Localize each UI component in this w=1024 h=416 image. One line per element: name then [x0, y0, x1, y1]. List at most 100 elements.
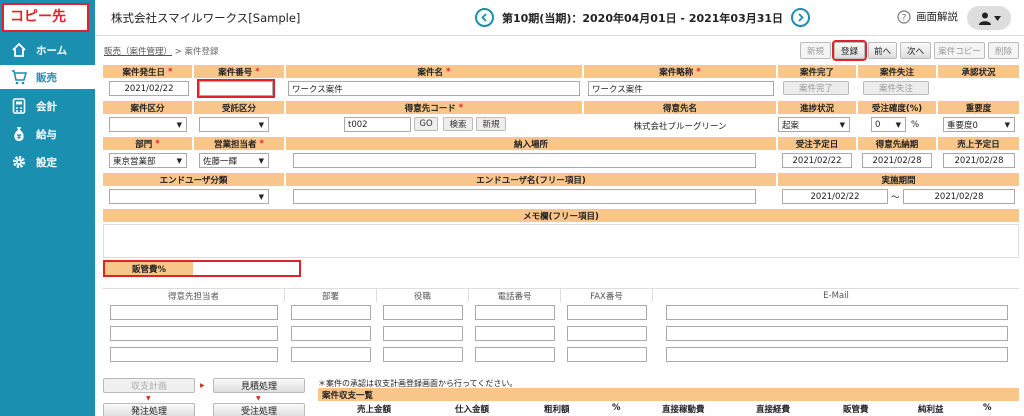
list-col-direct-labor: 直接稼動費 — [662, 405, 705, 415]
sidebar-item-payroll[interactable]: ¥ 給与 — [0, 122, 95, 146]
customer-search-button[interactable]: 検索 — [443, 117, 473, 131]
admin-cost-label: 販管費% — [105, 262, 193, 275]
customer-code-input[interactable]: t002 — [344, 117, 411, 132]
customer-go-button[interactable]: GO — [414, 117, 438, 131]
register-button[interactable]: 登録 — [832, 40, 867, 61]
caret-down-icon — [993, 15, 1001, 21]
case-date-input[interactable]: 2021/02/22 — [109, 81, 189, 96]
delete-button[interactable]: 削除 — [988, 42, 1019, 59]
required-mark: * — [446, 66, 451, 77]
importance-select[interactable]: 重要度0 ▼ — [943, 117, 1015, 132]
contact-dept-input[interactable] — [291, 347, 371, 362]
next-period-button[interactable] — [791, 8, 811, 27]
required-mark: * — [255, 66, 260, 77]
cart-icon — [10, 68, 28, 86]
help-label: 画面解説 — [916, 11, 958, 23]
contact-email-input[interactable] — [666, 347, 1008, 362]
gear-icon — [10, 153, 28, 171]
header-case-number: 案件番号 * — [194, 65, 284, 78]
select-value: 東京営業部 — [113, 156, 156, 167]
customer-due-input[interactable]: 2021/02/28 — [862, 153, 932, 168]
contact-phone-input[interactable] — [475, 305, 555, 320]
contact-person-input[interactable] — [110, 326, 278, 341]
sidebar-item-label: 会計 — [36, 100, 57, 113]
case-profit-list-title: 案件収支一覧 — [318, 388, 1019, 401]
sidebar-item-home[interactable]: ホーム — [0, 38, 95, 62]
caret-down-icon: ▼ — [895, 120, 901, 129]
header-label: 案件発生日 — [122, 67, 166, 78]
new-button[interactable]: 新規 — [800, 42, 831, 59]
list-col-direct-expense: 直接経費 — [756, 405, 791, 415]
header-delivery-place: 納入場所 — [286, 137, 776, 150]
case-name-input[interactable]: ワークス案件 — [288, 81, 580, 96]
list-col-sales: 売上金額 — [357, 405, 392, 415]
header-label: 得意先コード — [404, 103, 456, 114]
accuracy-select[interactable]: 0 ▼ — [871, 117, 906, 132]
help-link[interactable]: ? 画面解説 — [897, 9, 958, 24]
receive-order-button[interactable]: 受注処理 — [213, 403, 305, 416]
header-end-user-name: エンドユーザ名(フリー項目) — [286, 173, 776, 186]
copy-case-button[interactable]: 案件コピー — [934, 42, 985, 59]
user-menu-button[interactable] — [967, 6, 1011, 30]
contact-header-phone: 電話番号 — [469, 289, 561, 302]
case-abbr-input[interactable]: ワークス案件 — [588, 81, 774, 96]
company-name: 株式会社スマイルワークス[Sample] — [111, 11, 301, 25]
header-consign-category: 受託区分 — [194, 101, 284, 114]
estimate-button[interactable]: 見積処理 — [213, 378, 305, 393]
copy-destination-label: コピー先 — [2, 3, 89, 32]
breadcrumb-link-sales[interactable]: 販売（案件管理） — [104, 47, 172, 57]
sidebar-item-settings[interactable]: 設定 — [0, 150, 95, 174]
delivery-place-input[interactable] — [293, 153, 756, 168]
chevron-right-icon — [798, 13, 804, 22]
period-to-input[interactable]: 2021/02/28 — [903, 189, 1015, 204]
header-label: 部門 — [135, 139, 153, 150]
sales-date-input[interactable]: 2021/02/28 — [943, 153, 1015, 168]
contact-title-input[interactable] — [383, 326, 463, 341]
case-lost-button[interactable]: 案件失注 — [863, 81, 929, 95]
sidebar-item-sales[interactable]: 販売 — [0, 65, 95, 89]
consign-category-select[interactable]: ▼ — [199, 117, 269, 132]
sales-person-select[interactable]: 佐藤一輝 ▼ — [199, 153, 269, 168]
contact-person-input[interactable] — [110, 347, 278, 362]
contact-fax-input[interactable] — [567, 326, 647, 341]
contact-dept-input[interactable] — [291, 326, 371, 341]
sidebar-item-accounting[interactable]: 会計 — [0, 94, 95, 118]
case-category-select[interactable]: ▼ — [109, 117, 187, 132]
prev-button[interactable]: 前へ — [868, 42, 897, 59]
contact-fax-input[interactable] — [567, 305, 647, 320]
prev-period-button[interactable] — [475, 8, 494, 27]
contact-title-input[interactable] — [383, 305, 463, 320]
arrow-down-icon: ▼ — [256, 395, 261, 402]
sidebar-item-label: 販売 — [36, 71, 57, 84]
header-customer-code: 得意先コード * — [286, 101, 582, 114]
progress-select[interactable]: 起案 ▼ — [778, 117, 850, 132]
order-date-input[interactable]: 2021/02/22 — [782, 153, 852, 168]
contact-email-input[interactable] — [666, 305, 1008, 320]
list-col-net-profit: 純利益 — [918, 405, 944, 415]
next-button[interactable]: 次へ — [900, 42, 931, 59]
memo-textarea[interactable] — [103, 224, 1019, 258]
contact-person-input[interactable] — [110, 305, 278, 320]
select-value: 重要度0 — [947, 120, 978, 131]
calculator-icon — [10, 97, 28, 115]
contact-phone-input[interactable] — [475, 347, 555, 362]
contact-phone-input[interactable] — [475, 326, 555, 341]
sidebar: コピー先 ホーム 販売 会計 ¥ 給与 設定 — [0, 0, 95, 416]
end-user-name-input[interactable] — [293, 189, 756, 204]
contact-fax-input[interactable] — [567, 347, 647, 362]
svg-text:¥: ¥ — [17, 133, 22, 141]
department-select[interactable]: 東京営業部 ▼ — [109, 153, 187, 168]
sidebar-item-label: 給与 — [36, 128, 57, 141]
case-complete-button[interactable]: 案件完了 — [783, 81, 849, 95]
period-from-input[interactable]: 2021/02/22 — [782, 189, 888, 204]
contact-email-input[interactable] — [666, 326, 1008, 341]
customer-new-button[interactable]: 新規 — [476, 117, 506, 131]
plan-button[interactable]: 収支計画 — [103, 378, 195, 393]
contact-dept-input[interactable] — [291, 305, 371, 320]
period-navigator: 第10期(当期)：2020年04月01日 - 2021年03月31日 — [475, 8, 811, 27]
header-label: 案件名 — [417, 67, 444, 78]
end-user-class-select[interactable]: ▼ — [109, 189, 269, 204]
purchase-order-button[interactable]: 発注処理 — [103, 403, 195, 416]
breadcrumb-separator: > — [174, 47, 182, 57]
contact-title-input[interactable] — [383, 347, 463, 362]
